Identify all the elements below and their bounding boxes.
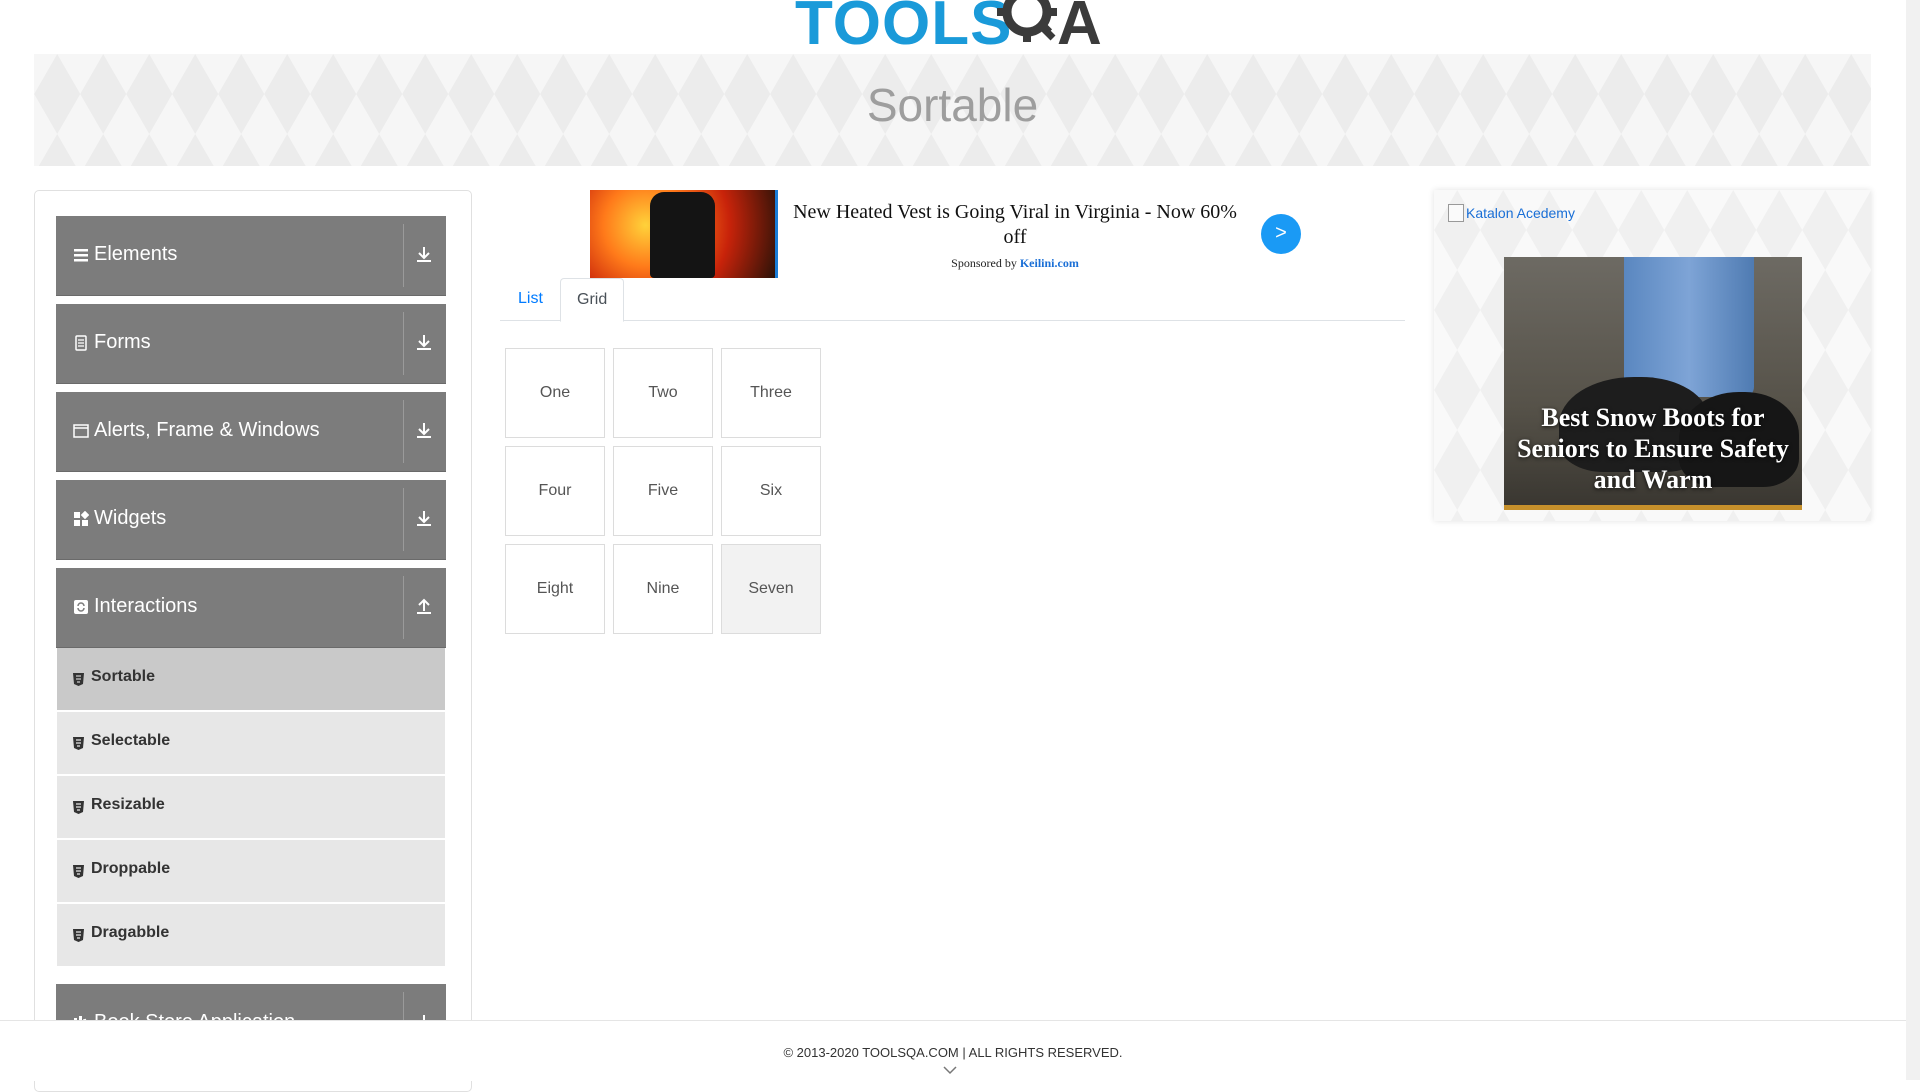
sidebar-group-label: Interactions [94, 595, 198, 617]
sidebar: Elements Forms Alerts, Frame & Windows W… [34, 190, 472, 1092]
upload-arrow-icon[interactable] [412, 594, 436, 618]
html5-icon [73, 929, 84, 942]
html5-icon [73, 865, 84, 878]
sidebar-item-label: Droppable [91, 860, 171, 877]
grid-item[interactable]: Three [721, 348, 821, 438]
html5-icon [73, 673, 84, 686]
grid-item[interactable]: Eight [505, 544, 605, 634]
ad-image [590, 190, 778, 278]
sidebar-item-selectable[interactable]: Selectable [57, 712, 445, 776]
grid-item[interactable]: Seven [721, 544, 821, 634]
ad-headline[interactable]: New Heated Vest is Going Viral in Virgin… [790, 200, 1240, 250]
sidebar-group-alerts-frame-windows[interactable]: Alerts, Frame & Windows [56, 392, 446, 472]
html5-icon [73, 737, 84, 750]
footer: © 2013-2020 TOOLSQA.COM | ALL RIGHTS RES… [0, 1020, 1906, 1081]
grid-item[interactable]: Nine [613, 544, 713, 634]
chevron-down-icon[interactable] [943, 1065, 957, 1075]
ad-next-button[interactable]: > [1261, 214, 1301, 254]
tab-grid[interactable]: Grid [560, 278, 625, 322]
side-ad: Katalon Acedemy Best Snow Boots for Seni… [1434, 190, 1871, 521]
ad-caption: Best Snow Boots for Seniors to Ensure Sa… [1517, 403, 1789, 494]
window-icon [73, 423, 89, 439]
sidebar-item-dragabble[interactable]: Dragabble [57, 904, 445, 968]
sidebar-group-forms[interactable]: Forms [56, 304, 446, 384]
divider [403, 312, 404, 375]
sidebar-item-label: Resizable [91, 796, 165, 813]
sidebar-group-widgets[interactable]: Widgets [56, 480, 446, 560]
tab-list[interactable]: List [502, 278, 559, 320]
refresh-icon [73, 599, 89, 615]
download-arrow-icon[interactable] [412, 418, 436, 442]
copyright-text: © 2013-2020 TOOLSQA.COM | ALL RIGHTS RES… [783, 1045, 1123, 1060]
grid-item[interactable]: Six [721, 446, 821, 536]
divider [403, 400, 404, 463]
grid-item[interactable]: One [505, 348, 605, 438]
sidebar-group-label: Forms [94, 331, 151, 353]
sidebar-group-elements[interactable]: Elements [56, 216, 446, 296]
page-title: Sortable [866, 79, 1039, 131]
katalon-link-text: Katalon Acedemy [1466, 205, 1575, 221]
divider [403, 576, 404, 639]
sidebar-item-label: Dragabble [91, 924, 170, 941]
jeans-graphic [1624, 257, 1754, 397]
sidebar-group-label: Widgets [94, 507, 167, 529]
heated-vest-graphic [650, 192, 715, 278]
ad-sponsor-link[interactable]: Keilini.com [1020, 256, 1079, 270]
grid-item[interactable]: Two [613, 348, 713, 438]
page-banner: Sortable [34, 54, 1871, 166]
gear-icon [997, 0, 1057, 42]
sidebar-group-label: Alerts, Frame & Windows [94, 419, 320, 441]
grid-item[interactable]: Five [613, 446, 713, 536]
broken-image-icon [1448, 204, 1464, 222]
sponsored-ad[interactable]: New Heated Vest is Going Viral in Virgin… [590, 190, 1405, 278]
sidebar-item-sortable[interactable]: Sortable [57, 648, 445, 712]
snow-boots-ad[interactable]: Best Snow Boots for Seniors to Ensure Sa… [1504, 257, 1802, 510]
divider [403, 224, 404, 287]
sidebar-group-interactions[interactable]: Interactions [56, 568, 446, 648]
sponsored-prefix: Sponsored by [951, 256, 1017, 270]
page-scrollbar[interactable] [1906, 0, 1920, 1080]
sidebar-item-label: Selectable [91, 732, 171, 749]
widgets-icon [73, 510, 90, 527]
sidebar-item-label: Sortable [91, 668, 156, 685]
download-arrow-icon[interactable] [412, 330, 436, 354]
html5-icon [73, 801, 84, 814]
katalon-academy-link[interactable]: Katalon Acedemy [1448, 204, 1575, 222]
divider [403, 488, 404, 551]
sortable-tabs: List Grid [500, 278, 1405, 322]
toolsqa-logo[interactable]: TOOLS A [795, 0, 1125, 58]
download-arrow-icon[interactable] [412, 506, 436, 530]
logo-text-b: A [1057, 0, 1102, 58]
sidebar-item-resizable[interactable]: Resizable [57, 776, 445, 840]
logo-text: TOOLS [795, 0, 1013, 58]
download-arrow-icon[interactable] [412, 242, 436, 266]
list-icon [73, 247, 89, 263]
ad-sponsor-line: Sponsored by Keilini.com [790, 256, 1240, 271]
sidebar-group-label: Elements [94, 243, 178, 265]
grid-item[interactable]: Four [505, 446, 605, 536]
document-icon [73, 335, 89, 351]
scrollbar-thumb[interactable] [1909, 0, 1917, 1080]
sidebar-item-droppable[interactable]: Droppable [57, 840, 445, 904]
